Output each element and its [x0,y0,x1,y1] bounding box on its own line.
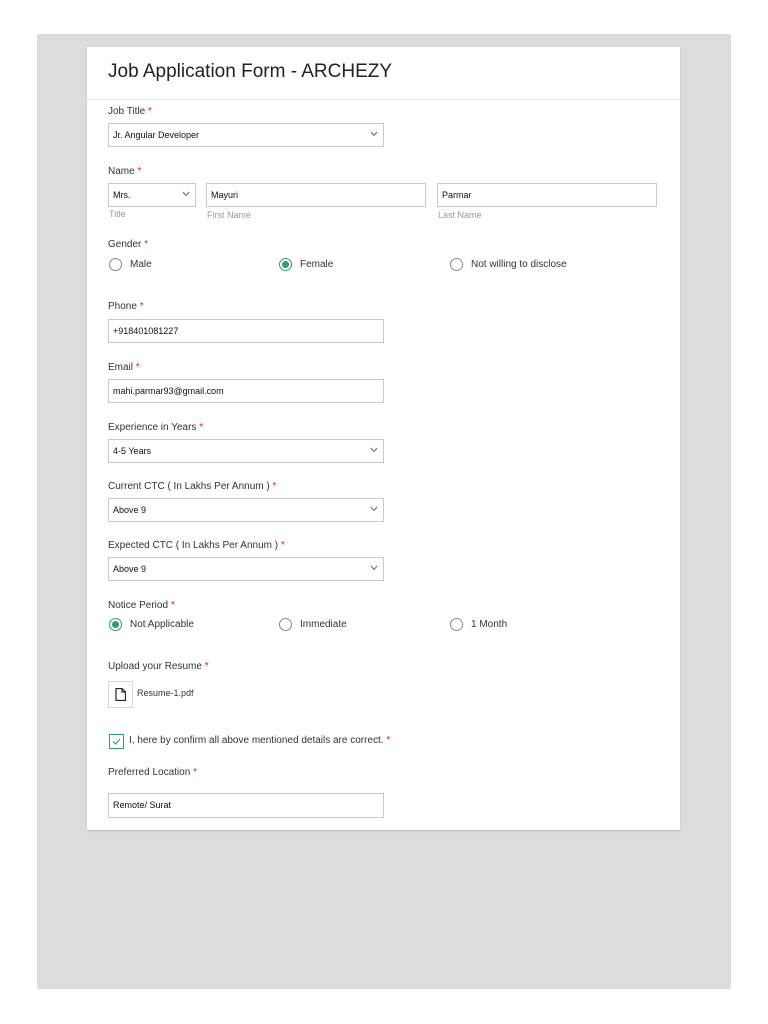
phone-label: Phone * [108,301,144,312]
check-icon [112,738,121,745]
name-label: Name * [108,166,142,177]
current-ctc-select[interactable]: Above 9 [108,498,384,522]
title-divider [87,99,680,100]
radio-unchecked-icon [109,257,122,271]
first-name-sublabel: First Name [207,210,252,220]
first-name-input[interactable]: Mayuri [206,183,426,207]
job-title-label: Job Title * [108,106,152,117]
gender-option-male[interactable]: Male [109,256,152,272]
expected-ctc-label: Expected CTC ( In Lakhs Per Annum ) * [108,540,285,551]
radio-unchecked-icon [450,257,463,271]
notice-option-immediate[interactable]: Immediate [279,616,347,632]
title-sublabel: Title [109,209,126,219]
chevron-down-icon [370,131,378,137]
location-label: Preferred Location * [108,767,197,778]
application-form-card: Job Application Form - ARCHEZY Job Title… [87,47,680,830]
chevron-down-icon [370,565,378,571]
notice-period-radio-group: Not Applicable Immediate 1 Month [108,616,668,632]
radio-checked-icon [109,617,122,631]
resume-upload-button[interactable] [108,681,133,708]
gender-label: Gender * [108,239,149,250]
chevron-down-icon [370,506,378,512]
notice-option-1-month[interactable]: 1 Month [450,616,507,632]
confirm-label: I, here by confirm all above mentioned d… [129,735,391,746]
chevron-down-icon [182,191,190,197]
email-input[interactable]: mahi.parmar93@gmail.com [108,379,384,403]
last-name-sublabel: Last Name [438,210,482,220]
name-title-select[interactable]: Mrs. [108,183,196,207]
radio-unchecked-icon [279,617,292,631]
notice-period-label: Notice Period * [108,600,175,611]
gender-radio-group: Male Female Not willing to disclose [108,256,668,272]
resume-label: Upload your Resume * [108,661,209,672]
file-icon [115,688,126,701]
chevron-down-icon [370,447,378,453]
job-title-select[interactable]: Jr. Angular Developer [108,123,384,147]
current-ctc-label: Current CTC ( In Lakhs Per Annum ) * [108,481,277,492]
gender-option-female[interactable]: Female [279,256,333,272]
phone-input[interactable]: +918401081227 [108,319,384,343]
expected-ctc-select[interactable]: Above 9 [108,557,384,581]
last-name-input[interactable]: Parmar [437,183,657,207]
form-title: Job Application Form - ARCHEZY [108,61,393,82]
confirm-checkbox[interactable] [109,734,124,749]
location-input[interactable]: Remote/ Surat [108,793,384,818]
gender-option-undisclosed[interactable]: Not willing to disclose [450,256,567,272]
email-label: Email * [108,362,140,373]
experience-label: Experience in Years * [108,422,204,433]
experience-select[interactable]: 4-5 Years [108,439,384,463]
radio-unchecked-icon [450,617,463,631]
radio-checked-icon [279,257,292,271]
resume-file-name: Resume-1.pdf [137,688,194,698]
notice-option-not-applicable[interactable]: Not Applicable [109,616,194,632]
